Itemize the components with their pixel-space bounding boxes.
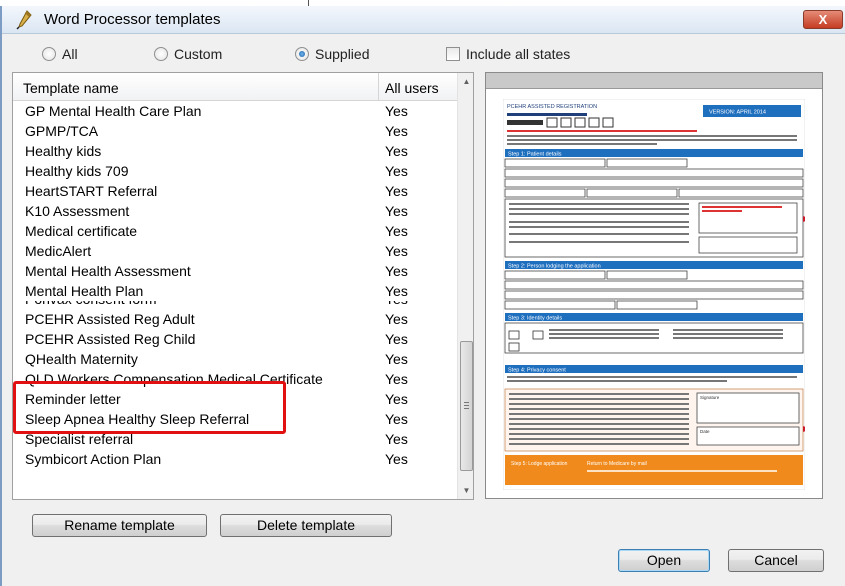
filter-custom-radio[interactable]: Custom (154, 44, 222, 64)
template-name: Mental Health Assessment (25, 263, 191, 279)
radio-circle[interactable] (154, 47, 168, 61)
doc-step2: Step 2: Person lodging the application (508, 264, 601, 270)
doc-signature-label: Signature (700, 395, 720, 400)
all-users-value: Yes (385, 263, 408, 279)
column-separator[interactable] (378, 73, 379, 101)
template-list[interactable]: Template name All users GP Mental Health… (12, 72, 474, 500)
all-users-value: Yes (385, 283, 408, 299)
doc-version: VERSION: APRIL 2014 (709, 110, 766, 116)
template-name: PCEHR Assisted Reg Adult (25, 311, 195, 327)
scroll-thumb[interactable] (460, 341, 473, 471)
cancel-button[interactable]: Cancel (728, 549, 824, 572)
close-icon: X (818, 12, 828, 27)
all-users-value: Yes (385, 311, 408, 327)
all-users-value: Yes (385, 331, 408, 347)
table-row[interactable]: GP Mental Health Care Plan Yes (13, 101, 457, 121)
filter-all-radio[interactable]: All (42, 44, 78, 64)
template-name: PCEHR Assisted Reg Child (25, 331, 196, 347)
template-name: Mental Health Plan (25, 283, 144, 299)
all-users-value: Yes (385, 411, 408, 427)
table-row[interactable]: Medical certificate Yes (13, 221, 457, 241)
checkbox-box[interactable] (446, 47, 460, 61)
doc-footer-left: Step 5: Lodge application (511, 461, 568, 467)
scroll-up-icon[interactable]: ▲ (458, 73, 473, 90)
column-header-all-users[interactable]: All users (385, 80, 439, 96)
all-users-value: Yes (385, 103, 408, 119)
doc-header-title: PCEHR ASSISTED REGISTRATION (507, 104, 597, 110)
templates-dialog: Word Processor templates X All Custom Su… (0, 6, 845, 586)
include-all-states-label: Include all states (466, 46, 571, 62)
table-row[interactable]: GPMP/TCA Yes (13, 121, 457, 141)
include-all-states-checkbox[interactable]: Include all states (446, 46, 570, 62)
template-name: GPMP/TCA (25, 123, 99, 139)
grip-line (464, 408, 469, 409)
filter-supplied-radio[interactable]: Supplied (295, 44, 370, 64)
doc-step4: Step 4: Privacy consent (508, 368, 566, 374)
doc-step3: Step 3: Identity details (508, 316, 562, 322)
highlight-annotation (13, 381, 286, 434)
all-users-value: Yes (385, 431, 408, 447)
table-row[interactable]: K10 Assessment Yes (13, 201, 457, 221)
all-users-value: Yes (385, 351, 408, 367)
all-users-value: Yes (385, 163, 408, 179)
filter-supplied-label: Supplied (315, 46, 370, 62)
preview-document-thumbnail: PCEHR ASSISTED REGISTRATION VERSION: APR… (503, 99, 805, 490)
radio-circle[interactable] (42, 47, 56, 61)
all-users-value: Yes (385, 203, 408, 219)
all-users-value: Yes (385, 371, 408, 387)
all-users-value: Yes (385, 243, 408, 259)
table-row[interactable]: Healthy kids 709 Yes (13, 161, 457, 181)
doc-footer-right: Return to Medicare by mail (587, 461, 647, 467)
all-users-value: Yes (385, 301, 408, 309)
template-name: MedicAlert (25, 243, 92, 259)
table-row[interactable]: HeartSTART Referral Yes (13, 181, 457, 201)
table-row[interactable]: Symbicort Action Plan Yes (13, 449, 457, 469)
template-name: Medical certificate (25, 223, 138, 239)
all-users-value: Yes (385, 223, 408, 239)
open-button[interactable]: Open (618, 549, 710, 572)
grip-line (464, 402, 469, 403)
close-button[interactable]: X (803, 10, 843, 29)
template-name: Symbicort Action Plan (25, 451, 162, 467)
template-preview: PCEHR ASSISTED REGISTRATION VERSION: APR… (485, 72, 823, 499)
column-header-template-name[interactable]: Template name (23, 80, 119, 96)
filter-all-label: All (62, 46, 78, 62)
scroll-down-icon[interactable]: ▼ (458, 482, 473, 499)
delete-template-button[interactable]: Delete template (220, 514, 392, 537)
table-row[interactable]: Mental Health Assessment Yes (13, 261, 457, 281)
title-bar: Word Processor templates X (2, 6, 845, 34)
table-row[interactable]: PCEHR Assisted Reg Adult Yes (13, 309, 457, 329)
preview-toolbar (486, 73, 822, 89)
table-row[interactable]: Mental Health Plan Yes (13, 281, 457, 301)
template-name: Healthy kids (25, 143, 102, 159)
template-name: K10 Assessment (25, 203, 130, 219)
all-users-value: Yes (385, 391, 408, 407)
table-row[interactable]: Healthy kids Yes (13, 141, 457, 161)
table-row[interactable]: QHealth Maternity Yes (13, 349, 457, 369)
table-row[interactable]: MedicAlert Yes (13, 241, 457, 261)
doc-date-label: Date (700, 429, 710, 434)
template-name: QHealth Maternity (25, 351, 138, 367)
list-scrollbar[interactable]: ▲ ▼ (457, 73, 473, 499)
all-users-value: Yes (385, 183, 408, 199)
template-name: GP Mental Health Care Plan (25, 103, 202, 119)
template-name: HeartSTART Referral (25, 183, 158, 199)
pen-nib-icon (16, 10, 32, 30)
all-users-value: Yes (385, 451, 408, 467)
grip-line (464, 405, 469, 406)
window-title: Word Processor templates (44, 11, 221, 28)
doc-step1: Step 1: Patient details (508, 152, 562, 158)
table-row[interactable]: PCEHR Assisted Reg Child Yes (13, 329, 457, 349)
list-header: Template name All users (13, 73, 457, 101)
template-name: Ponvax consent form (25, 301, 157, 309)
all-users-value: Yes (385, 143, 408, 159)
rename-template-button[interactable]: Rename template (32, 514, 207, 537)
all-users-value: Yes (385, 123, 408, 139)
filter-custom-label: Custom (174, 46, 223, 62)
table-row-partially-hidden[interactable]: Ponvax consent form Yes (13, 301, 457, 309)
radio-circle-selected[interactable] (295, 47, 309, 61)
template-name: Healthy kids 709 (25, 163, 129, 179)
